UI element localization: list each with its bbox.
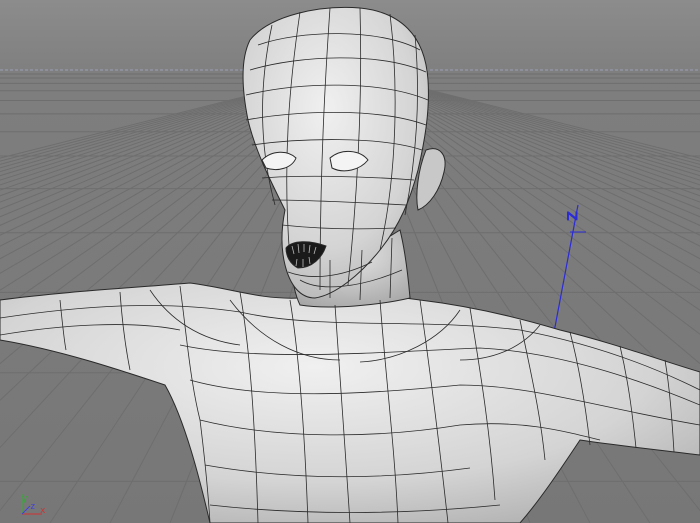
axis-gizmo: y z x	[12, 488, 52, 518]
gizmo-z-label: z	[30, 502, 36, 512]
gizmo-x-label: x	[40, 506, 46, 516]
z-axis-label: Z	[563, 210, 580, 222]
viewport-canvas[interactable]	[0, 0, 700, 523]
3d-viewport[interactable]: Z y z x	[0, 0, 700, 523]
gizmo-y-label: y	[22, 494, 28, 504]
